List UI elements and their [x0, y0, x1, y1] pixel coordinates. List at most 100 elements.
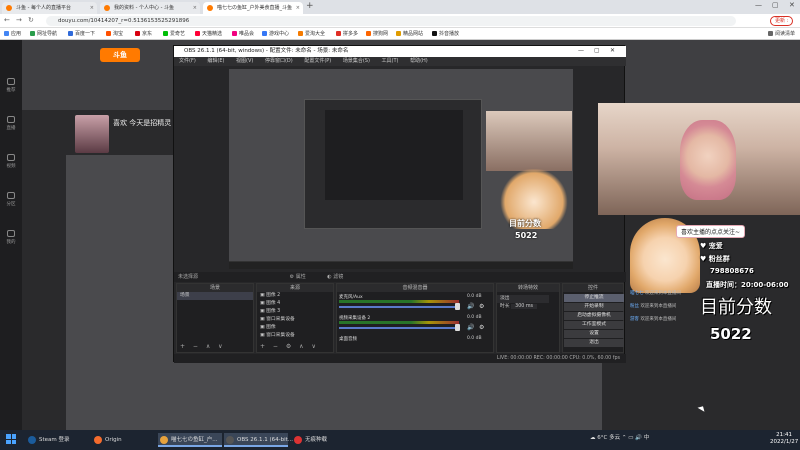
volume-knob[interactable] [455, 324, 460, 331]
menu-file[interactable]: 文件(F) [179, 58, 196, 64]
update-button[interactable]: 更新 : [770, 16, 794, 26]
gear-icon[interactable]: ⚙ [479, 324, 484, 331]
taskbar-steam[interactable]: Steam 登录 [26, 433, 70, 447]
menu-scene-collection[interactable]: 场景集合(S) [343, 58, 370, 64]
nav-item[interactable]: 分区 [4, 192, 18, 207]
bookmark-icon [106, 31, 111, 36]
gear-icon[interactable]: ⚙ [479, 303, 484, 310]
nav-item[interactable]: 直播 [4, 116, 18, 131]
minimize-icon[interactable]: — [755, 1, 762, 9]
bookmark-item[interactable]: 爱淘大全 [298, 30, 325, 37]
taskbar-obs[interactable]: OBS 26.1.1 (64-bit... [224, 433, 293, 447]
bookmark-icon [298, 31, 303, 36]
virtual-camera-button[interactable]: 启动虚拟摄像机 [564, 312, 624, 320]
maximize-icon[interactable]: ▢ [772, 1, 779, 9]
studio-mode-button[interactable]: 工作室模式 [564, 321, 624, 329]
address-bar-row: ← → ↻ douyu.com/10414207_r=0.51361535252… [0, 14, 800, 28]
volume-slider[interactable] [339, 306, 459, 308]
source-item[interactable]: ▣ 窗口采集设备 [257, 332, 333, 340]
source-item[interactable]: ▣ 图像 2 [257, 292, 333, 300]
duration-input[interactable]: 300 ms [511, 304, 537, 309]
bookmark-item[interactable]: 应用 [4, 30, 21, 37]
bookmark-item[interactable]: 唯品会 [232, 30, 254, 37]
volume-knob[interactable] [455, 303, 460, 310]
bookmark-item[interactable]: 淘宝 [106, 30, 123, 37]
bookmark-item[interactable]: 爱奇艺 [163, 30, 185, 37]
taskbar-chrome[interactable]: 喵七七の鱼缸_户... [158, 433, 222, 447]
bookmark-item[interactable]: 百度一下 [68, 30, 95, 37]
taskbar-app[interactable]: 无痕种载 [292, 433, 327, 447]
score-value: 5022 [710, 325, 752, 343]
start-recording-button[interactable]: 开始录制 [564, 303, 624, 311]
settings-button[interactable]: 设置 [564, 330, 624, 338]
close-window-icon[interactable]: ✕ [789, 1, 795, 9]
streamer-avatar[interactable] [75, 115, 109, 153]
obs-maximize-icon[interactable]: ▢ [594, 47, 600, 54]
video-icon [7, 154, 15, 161]
bookmark-item[interactable]: 精品网站 [396, 30, 423, 37]
reload-icon[interactable]: ↻ [28, 16, 34, 24]
bookmark-item[interactable]: 天猫精选 [195, 30, 222, 37]
browser-tab[interactable]: 斗鱼 - 每个人的直播平台 × [2, 2, 97, 14]
menu-edit[interactable]: 编辑(E) [207, 58, 224, 64]
nav-item[interactable]: 推荐 [4, 78, 18, 93]
back-icon[interactable]: ← [4, 16, 10, 24]
bookmark-item[interactable]: 拼多多 [336, 30, 358, 37]
bookmark-item[interactable]: 搜狗网 [366, 30, 388, 37]
taskbar-clock[interactable]: 21:41 2022/1/27 [770, 432, 798, 446]
nav-item[interactable]: 我的 [4, 230, 18, 245]
reading-list[interactable]: 阅读清单 [768, 30, 795, 37]
volume-slider[interactable] [339, 327, 459, 329]
qq-label: ♥ 粉丝群 [700, 255, 730, 263]
menu-tools[interactable]: 工具(T) [382, 58, 399, 64]
bookmark-icon [232, 31, 237, 36]
menu-help[interactable]: 帮助(H) [410, 58, 428, 64]
menu-view[interactable]: 视图(V) [236, 58, 253, 64]
menu-profile[interactable]: 配置文件(P) [304, 58, 331, 64]
taskbar-origin[interactable]: Origin [92, 433, 122, 447]
bookmark-item[interactable]: 游戏中心 [262, 30, 289, 37]
exit-button[interactable]: 退出 [564, 339, 624, 347]
forward-icon[interactable]: → [16, 16, 22, 24]
obs-preview[interactable]: 目前分数 5022 [229, 69, 573, 269]
url-input[interactable]: douyu.com/10414207_r=0.5136153525291896 [46, 16, 736, 26]
stop-streaming-button[interactable]: 停止推流 [564, 294, 624, 302]
obs-minimize-icon[interactable]: — [578, 47, 584, 54]
speaker-icon[interactable]: 🔊 [467, 324, 474, 331]
source-item[interactable]: ▣ 图像 4 [257, 300, 333, 308]
nav-item[interactable]: 视频 [4, 154, 18, 169]
browser-tab-active[interactable]: 喵七七の鱼缸_户外美食直播_斗鱼 × [203, 2, 303, 14]
scenes-header: 场景 [177, 284, 253, 292]
score-label: 目前分数 [700, 297, 772, 318]
obs-close-icon[interactable]: ✕ [610, 47, 615, 54]
scene-tools[interactable]: + − ∧ ∨ [180, 343, 226, 350]
source-item[interactable]: ▣ 窗口采集设备 [257, 316, 333, 324]
close-tab-icon[interactable]: × [90, 2, 94, 14]
close-tab-icon[interactable]: × [296, 2, 300, 14]
speaker-icon[interactable]: 🔊 [467, 303, 474, 310]
obs-status-bar: LIVE: 00:00:00 REC: 00:00:00 CPU: 0.0%, … [174, 354, 626, 363]
filters-button[interactable]: ◐ 滤镜 [327, 274, 353, 280]
nested-obs-capture-inner [325, 110, 463, 200]
audio-mixer-dock: 音频混音器 麦克风/Aux 0.0 dB 🔊 ⚙ 视频采集设备 2 0.0 dB… [336, 283, 494, 353]
properties-button[interactable]: ⚙ 属性 [290, 274, 316, 280]
source-item[interactable]: ▣ 图像 [257, 324, 333, 332]
close-tab-icon[interactable]: × [193, 2, 197, 14]
live-time: 直播时间：20:00-06:00 [706, 281, 789, 289]
bookmark-item[interactable]: 京东 [135, 30, 152, 37]
menu-docks[interactable]: 停靠窗口(D) [265, 58, 293, 64]
browser-tab[interactable]: 我的资料 - 个人中心 - 斗鱼 × [100, 2, 200, 14]
source-tools[interactable]: + − ⚙ ∧ ∨ [260, 343, 319, 350]
source-item[interactable]: ▣ 图像 3 [257, 308, 333, 316]
bookmark-item[interactable]: 网址导航 [30, 30, 57, 37]
start-menu-icon[interactable] [6, 434, 16, 444]
bookmark-item[interactable]: 抖音播放 [432, 30, 459, 37]
douyu-logo[interactable]: 斗鱼 [100, 48, 140, 62]
new-tab-button[interactable]: + [306, 1, 314, 11]
mixer-header: 音频混音器 [337, 284, 493, 292]
scene-item[interactable]: 场景 [177, 292, 253, 300]
system-tray[interactable]: ☁ 6°C 多云 ⌃ ▭ 🔊 中 [590, 433, 649, 441]
nested-taskbar [229, 261, 573, 269]
live-icon [7, 116, 15, 123]
transition-select[interactable]: 淡出 [497, 295, 549, 303]
